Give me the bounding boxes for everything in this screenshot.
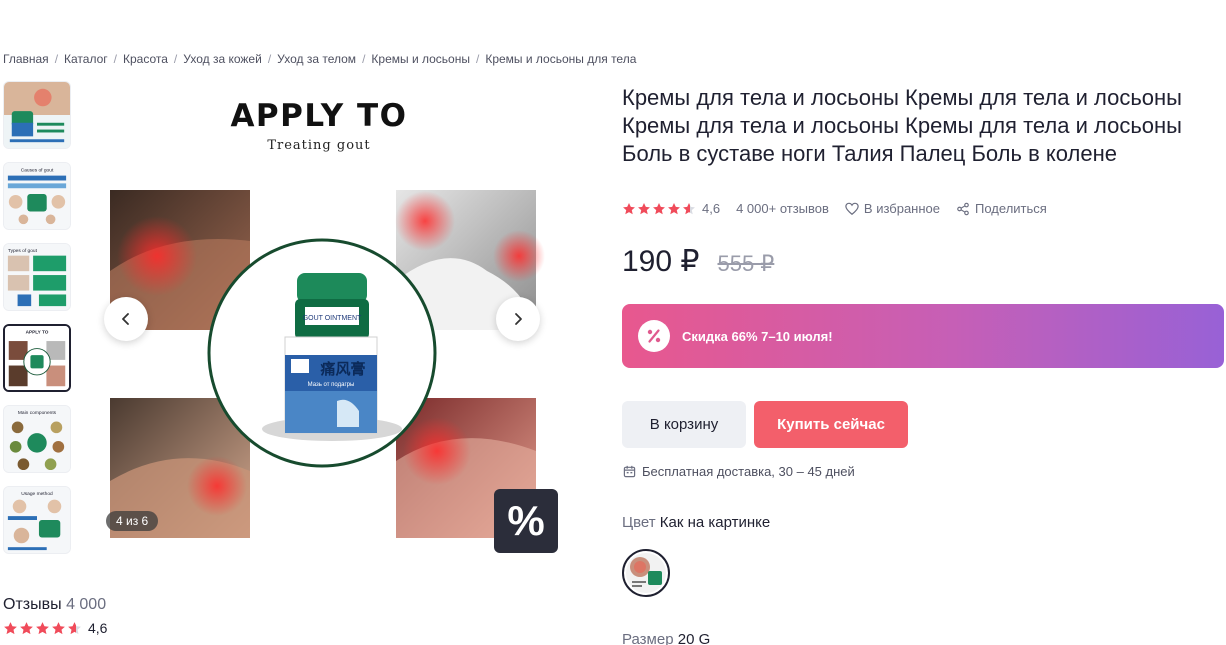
star-icon [68,621,81,634]
size-value: 20 G [677,631,711,645]
breadcrumb-creams-lotions[interactable]: Кремы и лосьоны [371,52,470,66]
discount-badge: % [494,489,558,553]
delivery-info: Бесплатная доставка, 30 – 45 дней [623,464,855,479]
breadcrumb-separator: / [362,52,366,66]
share-icon [957,202,969,215]
color-row: Цвет Как на картинке [622,514,770,531]
breadcrumb-separator: / [113,52,117,66]
thumbnail-6[interactable]: Usage method [3,486,71,554]
breadcrumb-home[interactable]: Главная [3,52,49,66]
delivery-text: Бесплатная доставка, 30 – 45 дней [642,464,855,479]
breadcrumb-beauty[interactable]: Красота [123,52,168,66]
star-icon [668,202,680,214]
rating-stars [622,202,696,216]
thumbnail-image: Main components [4,406,70,472]
rating-stars [3,621,82,636]
thumbnail-image [4,82,70,148]
thumbnail-image: Types of gout [4,244,70,310]
thumbnail-4-active[interactable]: APPLY TO [3,324,71,392]
reviews-summary[interactable]: Отзывы 4 000 4,6 [3,596,107,636]
thumbnail-caption: Usage method [21,491,53,497]
breadcrumb-catalog[interactable]: Каталог [64,52,108,66]
breadcrumb-separator: / [54,52,59,66]
thumbnail-list: Causes of gout Types of gout APPLY TO Ma… [3,81,73,567]
add-to-favorites-button[interactable]: В избранное [845,201,940,216]
image-subheading: Treating gout [267,138,370,153]
breadcrumb-body-care[interactable]: Уход за телом [277,52,356,66]
breadcrumb-separator: / [475,52,480,66]
thumbnail-2[interactable]: Causes of gout [3,162,71,230]
thumbnail-image: APPLY TO [5,326,69,390]
star-icon [36,621,49,634]
thumbnail-caption: Types of gout [8,248,38,254]
color-option-as-pictured[interactable] [622,549,670,597]
product-title: Кремы для тела и лосьоны Кремы для тела … [622,85,1182,166]
reviews-count: 4 000 [66,596,107,613]
size-row: Размер 20 G [622,631,710,645]
color-value: Как на картинке [659,514,771,531]
image-heading: APPLY TO [230,98,407,134]
sale-banner[interactable]: Скидка 66% 7–10 июля! [622,304,1224,368]
thumbnail-5[interactable]: Main components [3,405,71,473]
share-button[interactable]: Поделиться [956,201,1047,216]
star-icon [52,621,65,634]
color-label: Цвет [622,514,656,531]
breadcrumb-skin-care[interactable]: Уход за кожей [183,52,262,66]
star-icon [4,621,17,634]
thumbnail-caption: APPLY TO [26,330,49,335]
product-photo: APPLY TO Treating gout GOUT OINTMENT 痛风膏… [87,81,557,553]
thumbnail-image: Causes of gout [4,163,70,229]
heart-icon [845,202,859,215]
prev-image-button[interactable] [104,297,148,341]
buy-now-button[interactable]: Купить сейчас [754,401,908,448]
star-icon [653,202,665,214]
chevron-left-icon [122,313,129,325]
main-product-image[interactable]: APPLY TO Treating gout GOUT OINTMENT 痛风膏… [87,81,558,553]
star-icon [683,202,695,214]
next-image-button[interactable] [496,297,540,341]
rating-value: 4,6 [702,201,721,216]
jar-label-ru: Мазь от подагры [308,382,355,388]
favorites-label: В избранное [863,201,941,216]
thumbnail-1[interactable] [3,81,71,149]
jar-label-cn: 痛风膏 [319,360,365,378]
star-icon [638,202,650,214]
breadcrumb: Главная / Каталог / Красота / Уход за кожей / Ух… [3,52,636,66]
breadcrumb-separator: / [267,52,272,66]
breadcrumb-body-creams[interactable]: Кремы и лосьоны для тела [485,52,636,66]
thumbnail-caption: Causes of gout [21,168,54,174]
percent-icon [638,320,670,352]
reviews-rating-row: 4,6 [3,620,107,636]
current-price: 190 ₽ [622,245,700,278]
price-row: 190 ₽ 555 ₽ [622,244,774,279]
product-meta-row: 4,6 4 000+ отзывов В избранное Поделитьс… [622,201,1063,216]
breadcrumb-separator: / [173,52,178,66]
thumbnail-3[interactable]: Types of gout [3,243,71,311]
thumbnail-caption: Main components [18,410,57,416]
star-icon [20,621,33,634]
add-to-cart-button[interactable]: В корзину [622,401,746,448]
size-label: Размер [622,631,674,645]
old-price: 555 ₽ [717,251,775,276]
jar-brand: GOUT OINTMENT [303,315,362,322]
reviews-rating-value: 4,6 [88,620,108,636]
reviews-link[interactable]: 4 000+ отзывов [736,201,829,216]
star-icon [623,202,635,214]
calendar-icon [623,465,636,478]
sale-text: Скидка 66% 7–10 июля! [682,328,833,344]
reviews-title-row: Отзывы 4 000 [3,596,107,614]
reviews-title: Отзывы [3,596,62,613]
color-option-image [626,553,666,593]
thumbnail-image: Usage method [4,487,70,553]
image-counter: 4 из 6 [106,511,159,531]
share-label: Поделиться [975,201,1047,216]
chevron-right-icon [515,313,522,325]
